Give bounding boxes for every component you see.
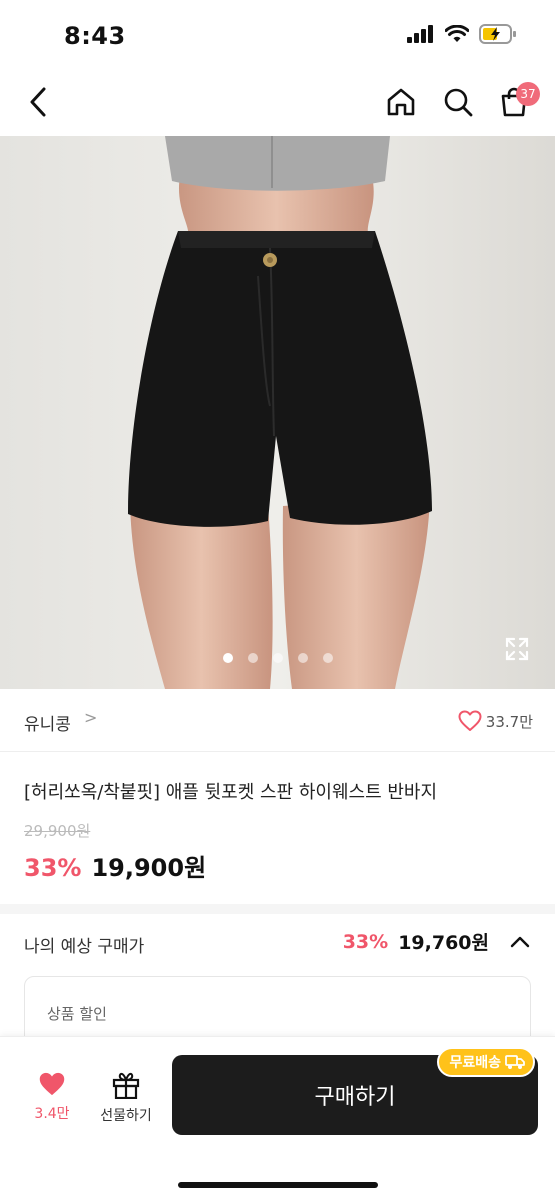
wish-button[interactable]: 3.4만 xyxy=(18,1071,86,1131)
brand-row: 유니콩 > 33.7만 xyxy=(0,690,555,752)
bottom-action-bar: 3.4만 선물하기 구매하기 무료배송 xyxy=(0,1036,555,1200)
chevron-right-icon: > xyxy=(84,708,98,727)
cart-count-badge: 37 xyxy=(516,82,540,106)
discount-rate: 33% xyxy=(24,854,82,882)
price-row: 33% 19,900원 xyxy=(24,848,206,883)
search-icon xyxy=(444,88,473,117)
product-title: [허리쏘옥/착붙핏] 애플 뒷포켓 스판 하이웨스트 반바지 xyxy=(24,782,438,803)
expected-discount-rate: 33% xyxy=(342,930,389,953)
search-button[interactable] xyxy=(438,82,478,122)
gift-icon xyxy=(112,1072,140,1099)
expected-price-label: 나의 예상 구매가 xyxy=(24,937,145,957)
heart-filled-icon xyxy=(39,1072,65,1096)
free-shipping-badge: 무료배송 xyxy=(437,1047,535,1077)
gift-label: 선물하기 xyxy=(100,1108,152,1124)
original-price: 29,900원 xyxy=(24,822,91,840)
section-divider xyxy=(0,904,555,914)
expected-price-value: 33% 19,760원 xyxy=(343,928,531,955)
status-icons xyxy=(407,24,517,44)
heart-outline-icon xyxy=(458,710,482,731)
expand-icon xyxy=(505,637,529,661)
carousel-dot[interactable] xyxy=(297,653,308,663)
home-button[interactable] xyxy=(381,82,421,122)
sale-price: 19,900원 xyxy=(91,854,207,882)
fullscreen-button[interactable] xyxy=(503,635,531,663)
brand-like-count: 33.7만 xyxy=(485,712,533,731)
battery-charging-icon xyxy=(479,24,516,44)
product-image-carousel[interactable] xyxy=(0,136,555,689)
carousel-indicator xyxy=(0,653,555,663)
top-navigation: 37 xyxy=(0,70,555,136)
home-indicator xyxy=(178,1182,378,1188)
wish-count: 3.4만 xyxy=(34,1106,70,1122)
cellular-signal-icon xyxy=(407,25,433,43)
status-time: 8:43 xyxy=(64,22,126,50)
free-shipping-label: 무료배송 xyxy=(449,1055,501,1071)
expected-price: 19,760원 xyxy=(398,932,489,954)
cart-button[interactable]: 37 xyxy=(494,82,540,122)
status-bar: 8:43 xyxy=(0,0,555,70)
wifi-icon xyxy=(445,25,469,42)
brand-like-button[interactable]: 33.7만 xyxy=(458,710,533,732)
brand-name-link[interactable]: 유니콩 xyxy=(24,710,71,735)
expected-price-toggle[interactable]: 나의 예상 구매가 33% 19,760원 xyxy=(0,914,555,974)
carousel-dot[interactable] xyxy=(272,653,283,663)
carousel-dot[interactable] xyxy=(222,653,233,663)
product-photo xyxy=(0,136,555,689)
back-button[interactable] xyxy=(18,82,58,122)
home-icon xyxy=(387,88,415,116)
chevron-left-icon xyxy=(30,87,46,117)
carousel-dot[interactable] xyxy=(322,653,333,663)
gift-button[interactable]: 선물하기 xyxy=(90,1071,162,1131)
truck-icon xyxy=(505,1055,525,1069)
carousel-dot[interactable] xyxy=(247,653,258,663)
product-discount-label: 상품 할인 xyxy=(47,1005,107,1023)
chevron-up-icon xyxy=(510,936,530,947)
